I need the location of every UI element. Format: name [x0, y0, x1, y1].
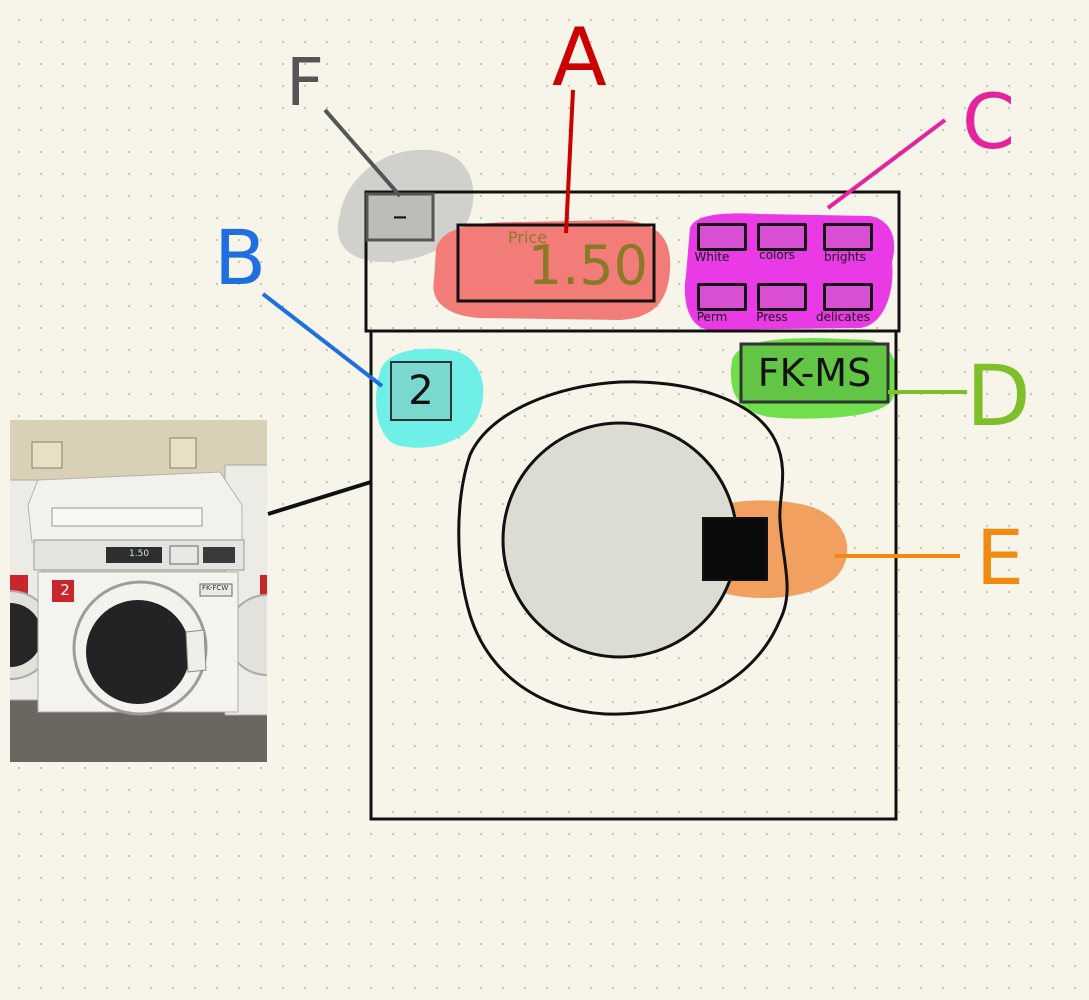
leader-photo — [267, 480, 372, 516]
leader-b — [261, 292, 384, 388]
cycle-button-colors[interactable] — [757, 223, 807, 251]
cycle-button-delicates[interactable] — [823, 283, 873, 311]
reference-photo-drawing — [10, 420, 267, 762]
label-d: D — [966, 347, 1031, 445]
cycle-button-press[interactable] — [757, 283, 807, 311]
cycle-label-press: Press — [756, 310, 788, 324]
photo-side-label: FK-FCW — [202, 584, 229, 592]
label-c: C — [962, 77, 1016, 166]
label-e: E — [976, 513, 1025, 602]
unit-number: 2 — [408, 368, 434, 414]
model-label: FK-MS — [757, 351, 872, 395]
cycle-label-delicates: delicates — [816, 310, 870, 324]
label-b: B — [214, 213, 267, 302]
leader-c — [826, 118, 947, 210]
photo-display-value: 1.50 — [129, 549, 150, 559]
minus-button[interactable]: – — [367, 194, 433, 240]
photo-unit-badge: 2 — [60, 581, 70, 599]
reference-photo: 1.50 2 FK-FCW — [10, 420, 267, 762]
leader-a — [564, 89, 575, 234]
cycle-button-white[interactable] — [697, 223, 747, 251]
cycle-label-brights: brights — [823, 250, 867, 264]
door-handle — [702, 517, 768, 581]
cycle-label-white: White — [694, 250, 730, 264]
cycle-button-brights[interactable] — [823, 223, 873, 251]
label-a: A — [552, 11, 607, 104]
drum-window — [501, 421, 739, 659]
cycle-button-perm[interactable] — [697, 283, 747, 311]
price-value: 1.50 — [527, 234, 648, 297]
cycle-label-colors: colors — [759, 248, 795, 262]
label-f: F — [286, 44, 324, 121]
